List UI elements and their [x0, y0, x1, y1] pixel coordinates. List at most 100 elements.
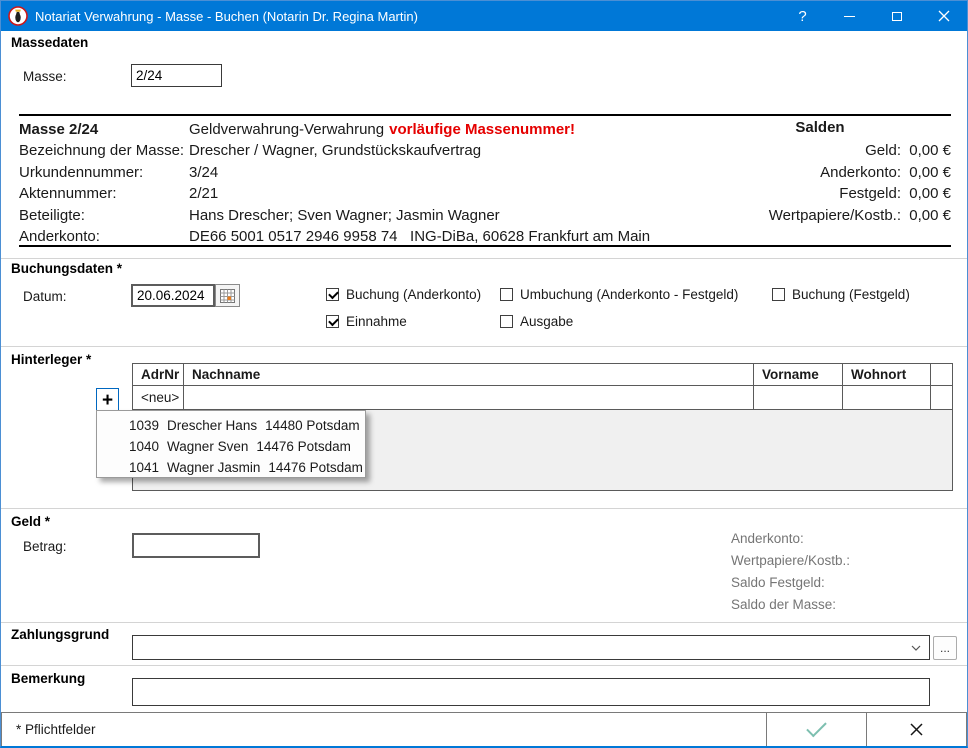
checkbox-label: Buchung (Anderkonto) [346, 287, 481, 302]
salden-title: Salden [739, 119, 901, 136]
label-anderkonto: Anderkonto: [731, 531, 804, 546]
checkbox-box[interactable] [500, 315, 513, 328]
section-title-hinterleger: Hinterleger * [11, 352, 91, 367]
dropdown-item-adrnr: 1040 [129, 439, 159, 454]
titlebar: Notariat Verwahrung - Masse - Buchen (No… [1, 1, 967, 31]
info-row: Anderkonto: DE66 5001 0517 2946 9958 74 … [19, 226, 650, 247]
x-icon [909, 722, 924, 737]
info-header-value: Geldverwahrung-Verwahrungvorläufige Mass… [189, 121, 575, 138]
salden-panel: Salden Geld:0,00 € Anderkonto:0,00 € Fes… [739, 116, 951, 245]
checkbox-buchung-anderkonto[interactable]: Buchung (Anderkonto) [326, 286, 481, 302]
minimize-button[interactable] [826, 1, 873, 31]
section-title-geld: Geld * [11, 514, 50, 529]
app-icon [8, 6, 28, 26]
pflichtfelder-note: * Pflichtfelder [1, 712, 767, 747]
checkbox-label: Buchung (Festgeld) [792, 287, 910, 302]
dropdown-item[interactable]: 1041 Wagner Jasmin 14476 Potsdam [97, 457, 365, 478]
column-header-vorname: Vorname [754, 364, 843, 386]
dropdown-item-ort: 14476 Potsdam [256, 439, 351, 454]
ellipsis-icon: ... [940, 641, 950, 655]
browse-button[interactable]: ... [933, 636, 957, 660]
new-row-empty-cell[interactable] [931, 386, 952, 410]
titlebar-buttons: ? [779, 1, 967, 31]
checkbox-box[interactable] [500, 288, 513, 301]
section-title-buchungsdaten: Buchungsdaten * [11, 261, 122, 276]
help-button[interactable]: ? [779, 1, 826, 31]
section-divider [1, 508, 967, 509]
close-icon [938, 10, 950, 22]
checkbox-label: Ausgabe [520, 314, 573, 329]
window-title: Notariat Verwahrung - Masse - Buchen (No… [35, 9, 418, 24]
dropdown-item-name: Drescher Hans [167, 418, 257, 433]
checkbox-buchung-festgeld[interactable]: Buchung (Festgeld) [772, 286, 910, 302]
chevron-down-icon [911, 645, 921, 651]
column-header-empty [931, 364, 952, 386]
column-header-adrnr: AdrNr [133, 364, 184, 386]
masse-input[interactable] [131, 64, 222, 87]
new-row-vorname-cell[interactable] [754, 386, 843, 410]
datum-label: Datum: [23, 289, 67, 304]
dropdown-item-adrnr: 1041 [129, 460, 159, 475]
column-header-wohnort: Wohnort [843, 364, 931, 386]
section-title-zahlungsgrund: Zahlungsgrund [11, 627, 109, 642]
salden-row: Festgeld:0,00 € [739, 183, 951, 204]
section-divider [1, 258, 967, 259]
dropdown-item-name: Wagner Sven [167, 439, 248, 454]
maximize-button[interactable] [873, 1, 920, 31]
dropdown-item-name: Wagner Jasmin [167, 460, 260, 475]
minimize-icon [844, 16, 855, 17]
dropdown-item-adrnr: 1039 [129, 418, 159, 433]
section-divider [1, 346, 967, 347]
section-divider [1, 665, 967, 666]
checkbox-box[interactable] [326, 315, 339, 328]
info-row: Bezeichnung der Masse: Drescher / Wagner… [19, 140, 481, 161]
section-title-bemerkung: Bemerkung [11, 671, 85, 686]
checkbox-umbuchung-anderkonto-festgeld[interactable]: Umbuchung (Anderkonto - Festgeld) [500, 286, 738, 302]
betrag-input[interactable] [132, 533, 260, 558]
label-saldo-der-masse: Saldo der Masse: [731, 597, 836, 612]
bemerkung-input[interactable] [132, 678, 930, 706]
new-row-adrnr-cell[interactable]: <neu> [133, 386, 184, 410]
salden-row: Anderkonto:0,00 € [739, 162, 951, 183]
plus-icon: + [102, 391, 113, 410]
provisional-number-warning: vorläufige Massenummer! [389, 121, 575, 138]
close-button[interactable] [920, 1, 967, 31]
section-title-massedaten: Massedaten [11, 35, 88, 50]
checkbox-ausgabe[interactable]: Ausgabe [500, 313, 573, 329]
cancel-button[interactable] [866, 712, 967, 747]
ok-button[interactable] [766, 712, 867, 747]
calendar-button[interactable] [215, 284, 240, 307]
checkbox-box[interactable] [772, 288, 785, 301]
calendar-icon [220, 289, 235, 303]
salden-row: Geld:0,00 € [739, 140, 951, 161]
checkbox-label: Einnahme [346, 314, 407, 329]
maximize-icon [892, 12, 902, 21]
info-row: Aktennummer: 2/21 [19, 183, 218, 204]
info-header-label: Masse 2/24 [19, 121, 189, 138]
new-row-nachname-cell[interactable] [184, 386, 754, 410]
check-icon [806, 717, 827, 738]
zahlungsgrund-combobox[interactable] [132, 635, 930, 660]
dropdown-item-ort: 14480 Potsdam [265, 418, 360, 433]
new-row-wohnort-cell[interactable] [843, 386, 931, 410]
label-saldo-festgeld: Saldo Festgeld: [731, 575, 825, 590]
section-divider [1, 622, 967, 623]
column-header-nachname: Nachname [184, 364, 754, 386]
masse-label: Masse: [23, 69, 67, 84]
dropdown-item[interactable]: 1040 Wagner Sven 14476 Potsdam [97, 436, 365, 457]
add-hinterleger-button[interactable]: + [96, 388, 119, 412]
checkbox-einnahme[interactable]: Einnahme [326, 313, 407, 329]
checkbox-box[interactable] [326, 288, 339, 301]
info-row: Urkundennummer: 3/24 [19, 162, 218, 183]
dropdown-item-ort: 14476 Potsdam [268, 460, 363, 475]
salden-row: Wertpapiere/Kostb.:0,00 € [739, 205, 951, 226]
address-dropdown: 1039 Drescher Hans 14480 Potsdam 1040 Wa… [96, 410, 366, 478]
info-row: Beteiligte: Hans Drescher; Sven Wagner; … [19, 205, 500, 226]
masse-info-panel: Masse 2/24 Geldverwahrung-Verwahrungvorl… [19, 114, 951, 247]
label-wertpapiere-kostb: Wertpapiere/Kostb.: [731, 553, 850, 568]
checkbox-label: Umbuchung (Anderkonto - Festgeld) [520, 287, 738, 302]
dropdown-item[interactable]: 1039 Drescher Hans 14480 Potsdam [97, 415, 365, 436]
app-window: Notariat Verwahrung - Masse - Buchen (No… [0, 0, 968, 748]
datum-input[interactable] [131, 284, 215, 307]
betrag-label: Betrag: [23, 539, 67, 554]
